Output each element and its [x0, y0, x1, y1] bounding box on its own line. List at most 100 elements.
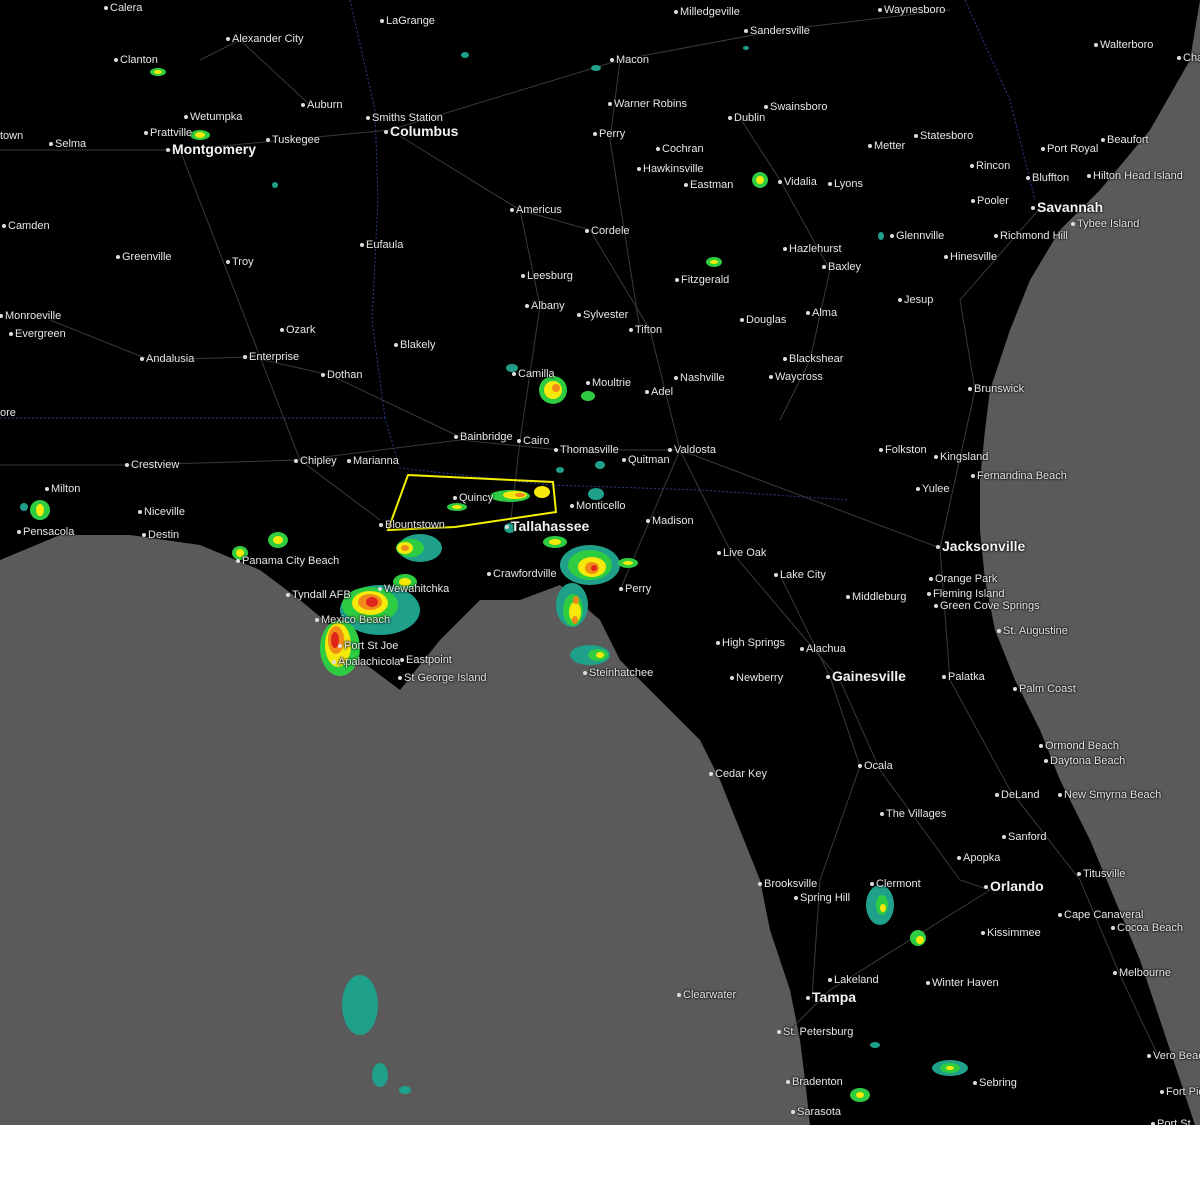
city-label[interactable]: Pensacola: [23, 526, 74, 538]
city-label[interactable]: Fort Pierce: [1166, 1086, 1200, 1098]
city-label[interactable]: Kissimmee: [987, 927, 1041, 939]
city-label[interactable]: Apalachicola: [338, 656, 400, 668]
city-label[interactable]: Panama City Beach: [242, 555, 339, 567]
city-label[interactable]: Crestview: [131, 459, 179, 471]
city-label[interactable]: Blakely: [400, 339, 435, 351]
city-label[interactable]: Yulee: [922, 483, 950, 495]
city-label[interactable]: Charleston: [1183, 52, 1200, 64]
city-label[interactable]: Camilla: [518, 368, 555, 380]
city-label[interactable]: Rincon: [976, 160, 1010, 172]
city-label[interactable]: Glennville: [896, 230, 944, 242]
city-label[interactable]: Tyndall AFB: [292, 589, 351, 601]
city-label[interactable]: Hawkinsville: [643, 163, 704, 175]
city-label[interactable]: Troy: [232, 256, 254, 268]
city-label[interactable]: Bradenton: [792, 1076, 843, 1088]
city-label[interactable]: Blackshear: [789, 353, 843, 365]
city-label[interactable]: Bluffton: [1032, 172, 1069, 184]
city-label[interactable]: The Villages: [886, 808, 946, 820]
city-label[interactable]: St. Augustine: [1003, 625, 1068, 637]
city-label[interactable]: Sanford: [1008, 831, 1047, 843]
city-label[interactable]: Montgomery: [172, 142, 256, 157]
city-label[interactable]: Lyons: [834, 178, 863, 190]
city-label[interactable]: Fleming Island: [933, 588, 1005, 600]
city-label[interactable]: Fernandina Beach: [977, 470, 1067, 482]
city-label[interactable]: Macon: [616, 54, 649, 66]
city-label[interactable]: Ormond Beach: [1045, 740, 1119, 752]
city-label[interactable]: Columbus: [390, 124, 458, 139]
city-label[interactable]: Cape Canaveral: [1064, 909, 1144, 921]
city-label[interactable]: Live Oak: [723, 547, 766, 559]
city-label[interactable]: St. Petersburg: [783, 1026, 853, 1038]
city-label[interactable]: Fitzgerald: [681, 274, 729, 286]
city-label[interactable]: Orlando: [990, 879, 1044, 894]
city-label[interactable]: Eastman: [690, 179, 733, 191]
city-label[interactable]: Port St.: [1157, 1118, 1194, 1125]
city-label[interactable]: Niceville: [144, 506, 185, 518]
city-label[interactable]: Palatka: [948, 671, 985, 683]
city-label[interactable]: Savannah: [1037, 200, 1103, 215]
city-label[interactable]: Mexico Beach: [321, 614, 390, 626]
city-label[interactable]: High Springs: [722, 637, 785, 649]
city-label[interactable]: Cedar Key: [715, 768, 767, 780]
city-label[interactable]: LaGrange: [386, 15, 435, 27]
city-label[interactable]: Thomasville: [560, 444, 619, 456]
city-label[interactable]: Blountstown: [385, 519, 445, 531]
city-label[interactable]: Spring Hill: [800, 892, 850, 904]
city-label[interactable]: Port Royal: [1047, 143, 1098, 155]
city-label[interactable]: Daytona Beach: [1050, 755, 1125, 767]
city-label[interactable]: Cocoa Beach: [1117, 922, 1183, 934]
city-label[interactable]: New Smyrna Beach: [1064, 789, 1161, 801]
city-label[interactable]: DeLand: [1001, 789, 1040, 801]
city-label[interactable]: Brooksville: [764, 878, 817, 890]
city-label[interactable]: Pooler: [977, 195, 1009, 207]
city-label[interactable]: Americus: [516, 204, 562, 216]
city-label[interactable]: Perry: [625, 583, 651, 595]
city-label[interactable]: Lakeland: [834, 974, 879, 986]
city-label[interactable]: Enterprise: [249, 351, 299, 363]
city-label[interactable]: Jacksonville: [942, 539, 1025, 554]
city-label[interactable]: Winter Haven: [932, 977, 999, 989]
city-label[interactable]: Hinesville: [950, 251, 997, 263]
city-label[interactable]: Cordele: [591, 225, 630, 237]
city-label[interactable]: Walterboro: [1100, 39, 1153, 51]
city-label[interactable]: Waycross: [775, 371, 823, 383]
city-label[interactable]: Swainsboro: [770, 101, 827, 113]
city-label[interactable]: Brunswick: [974, 383, 1024, 395]
city-label[interactable]: Eufaula: [366, 239, 403, 251]
city-label[interactable]: town: [0, 130, 23, 142]
city-label[interactable]: Green Cove Springs: [940, 600, 1040, 612]
city-label[interactable]: Alexander City: [232, 33, 304, 45]
city-label[interactable]: Ozark: [286, 324, 315, 336]
city-label[interactable]: Milledgeville: [680, 6, 740, 18]
city-label[interactable]: Metter: [874, 140, 905, 152]
city-label[interactable]: Steinhatchee: [589, 667, 653, 679]
city-label[interactable]: Andalusia: [146, 353, 194, 365]
city-label[interactable]: Douglas: [746, 314, 786, 326]
city-label[interactable]: Tybee Island: [1077, 218, 1139, 230]
city-label[interactable]: Sandersville: [750, 25, 810, 37]
city-label[interactable]: Valdosta: [674, 444, 716, 456]
city-label[interactable]: Port St Joe: [344, 640, 398, 652]
city-label[interactable]: Adel: [651, 386, 673, 398]
city-label[interactable]: Dublin: [734, 112, 765, 124]
city-label[interactable]: Lake City: [780, 569, 826, 581]
city-label[interactable]: Waynesboro: [884, 4, 945, 16]
city-label[interactable]: Ocala: [864, 760, 893, 772]
city-label[interactable]: Calera: [110, 2, 142, 14]
city-label[interactable]: Marianna: [353, 455, 399, 467]
city-label[interactable]: Clearwater: [683, 989, 736, 1001]
city-label[interactable]: Clermont: [876, 878, 921, 890]
city-label[interactable]: Clanton: [120, 54, 158, 66]
city-label[interactable]: Sylvester: [583, 309, 628, 321]
city-label[interactable]: Crawfordville: [493, 568, 557, 580]
city-label[interactable]: Milton: [51, 483, 80, 495]
city-label[interactable]: Kingsland: [940, 451, 988, 463]
city-label[interactable]: Palm Coast: [1019, 683, 1076, 695]
city-label[interactable]: Gainesville: [832, 669, 906, 684]
city-label[interactable]: Quitman: [628, 454, 670, 466]
city-label[interactable]: Evergreen: [15, 328, 66, 340]
city-label[interactable]: Cairo: [523, 435, 549, 447]
city-label[interactable]: Tallahassee: [511, 519, 589, 534]
city-label[interactable]: Vero Beach: [1153, 1050, 1200, 1062]
city-label[interactable]: Chipley: [300, 455, 337, 467]
